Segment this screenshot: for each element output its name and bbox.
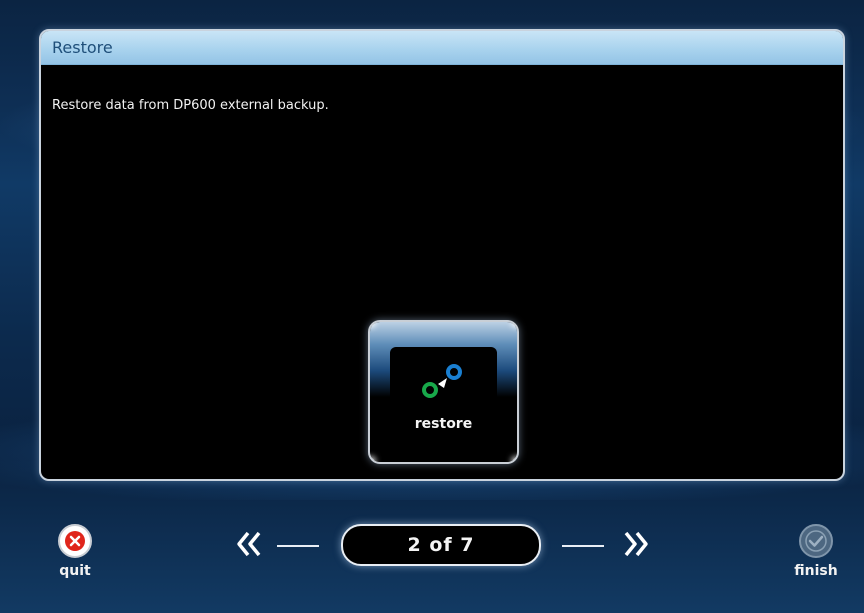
double-chevron-right-icon[interactable] <box>621 529 651 559</box>
double-chevron-left-icon[interactable] <box>234 529 264 559</box>
quit-button[interactable]: quit <box>52 522 98 584</box>
finish-label: finish <box>794 563 838 579</box>
page-navigator: 2 of 7 <box>232 521 652 569</box>
pager-divider-line <box>562 545 604 547</box>
restore-label: restore <box>414 416 473 432</box>
close-circle-icon <box>58 524 92 558</box>
pager-divider-line <box>277 545 319 547</box>
finish-button[interactable]: finish <box>782 522 850 584</box>
tile-corner-glint <box>513 458 517 462</box>
panel-header: Restore <box>41 31 843 65</box>
restore-panel: Restore Restore data from DP600 external… <box>39 29 845 481</box>
tile-corner-glint <box>370 458 374 462</box>
check-circle-icon <box>799 524 833 558</box>
tile-corner-glint <box>513 322 517 326</box>
page-indicator: 2 of 7 <box>341 524 541 566</box>
panel-description: Restore data from DP600 external backup. <box>52 98 329 113</box>
panel-title: Restore <box>52 38 113 57</box>
page-indicator-text: 2 of 7 <box>407 534 475 556</box>
restore-button[interactable]: restore <box>368 320 519 464</box>
tile-corner-glint <box>370 322 374 326</box>
restore-icon <box>422 364 462 398</box>
quit-label: quit <box>59 563 91 579</box>
